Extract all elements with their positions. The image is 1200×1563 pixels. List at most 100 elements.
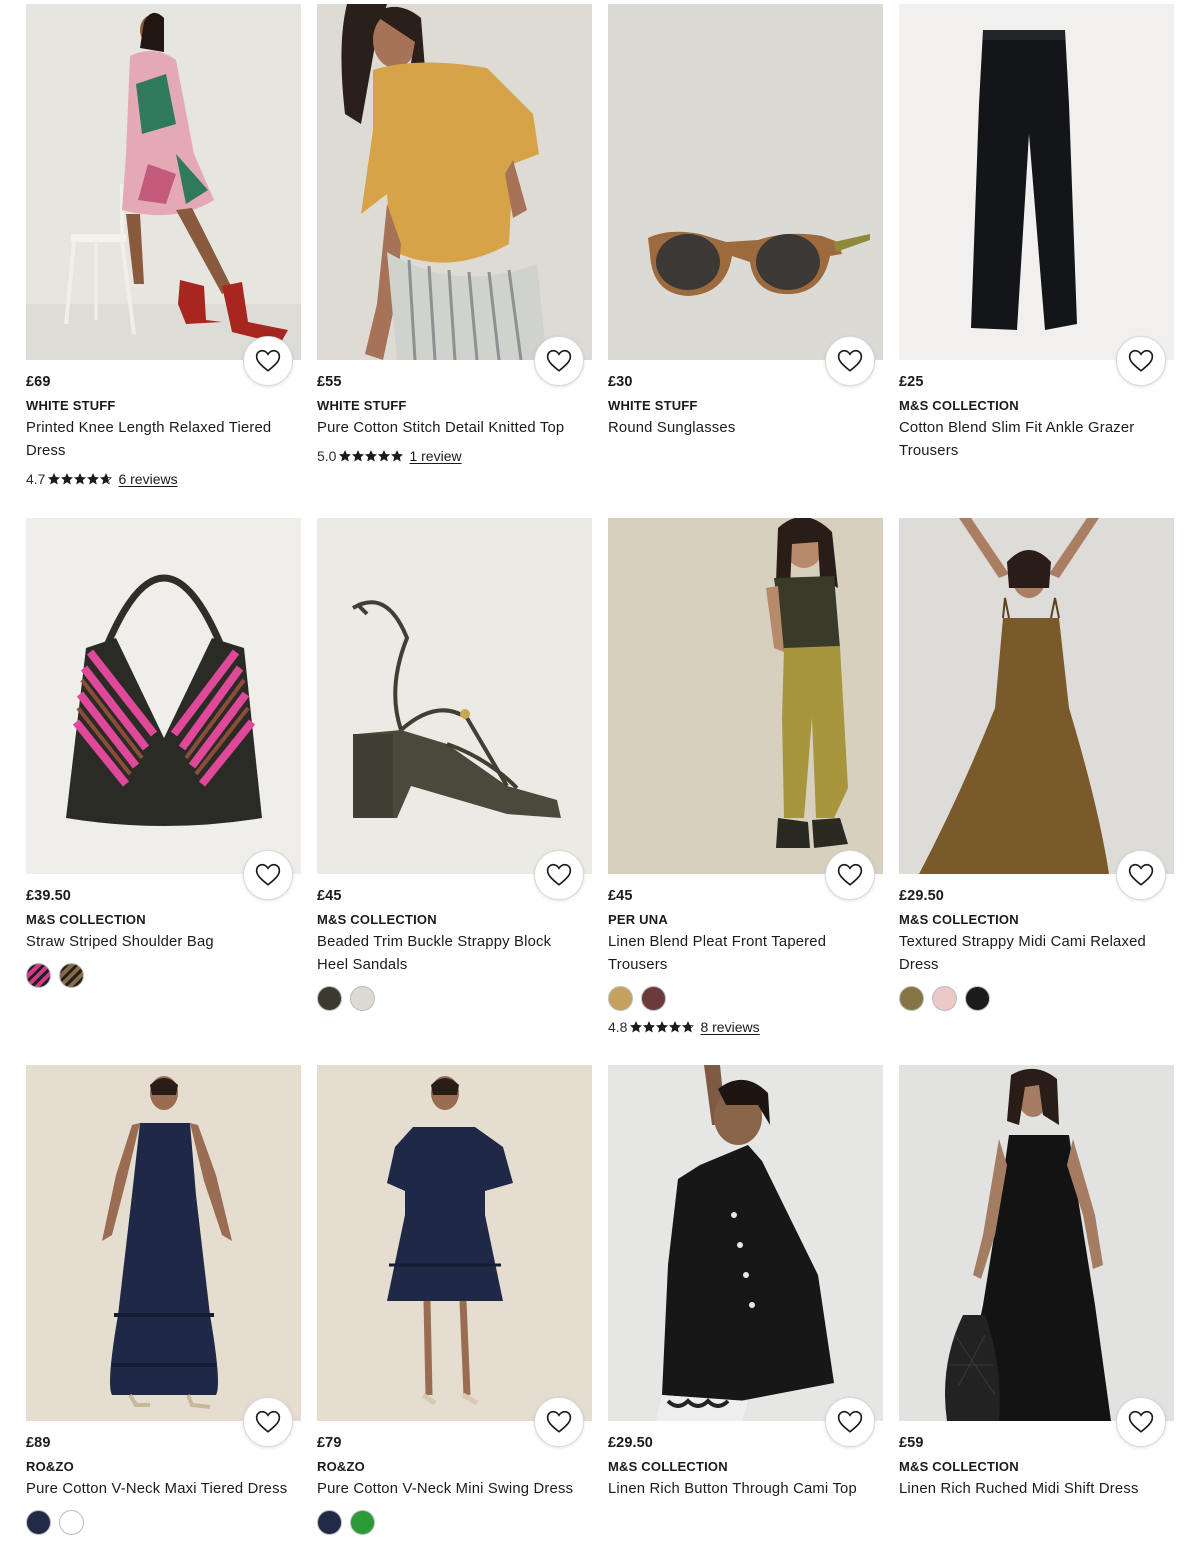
- product-name[interactable]: Printed Knee Length Relaxed Tiered Dress: [26, 417, 294, 463]
- star-icon: [682, 1021, 695, 1033]
- colour-swatch-natural-stripe[interactable]: [59, 963, 84, 988]
- star-icon: [365, 450, 378, 462]
- colour-swatch-neutral[interactable]: [350, 986, 375, 1011]
- product-grid: £69 WHITE STUFF Printed Knee Length Rela…: [26, 4, 1174, 1560]
- heart-outline-icon: [546, 863, 572, 886]
- heart-outline-icon: [837, 1410, 863, 1433]
- rating-stars: [630, 1021, 695, 1033]
- colour-swatch-navy[interactable]: [26, 1510, 51, 1535]
- product-image[interactable]: [26, 518, 301, 874]
- product-brand: WHITE STUFF: [608, 398, 698, 413]
- product-rating: 4.8 8 reviews: [608, 1018, 883, 1036]
- product-card[interactable]: £69 WHITE STUFF Printed Knee Length Rela…: [26, 4, 301, 488]
- product-image[interactable]: [608, 1065, 883, 1421]
- reviews-link[interactable]: 6 reviews: [118, 471, 177, 487]
- product-image[interactable]: [608, 518, 883, 874]
- product-card[interactable]: £79 RO&ZO Pure Cotton V-Neck Mini Swing …: [317, 1065, 592, 1535]
- heart-outline-icon: [837, 349, 863, 372]
- heart-outline-icon: [255, 349, 281, 372]
- product-name[interactable]: Linen Rich Button Through Cami Top: [608, 1478, 876, 1501]
- star-icon: [391, 450, 404, 462]
- product-photo: [608, 1065, 883, 1421]
- colour-swatch-pink-stripe[interactable]: [26, 963, 51, 988]
- product-image[interactable]: [899, 1065, 1174, 1421]
- product-name[interactable]: Cotton Blend Slim Fit Ankle Grazer Trous…: [899, 417, 1167, 463]
- heart-outline-icon: [1128, 1410, 1154, 1433]
- product-card[interactable]: £39.50 M&S COLLECTION Straw Striped Shou…: [26, 518, 301, 988]
- wishlist-button[interactable]: [243, 850, 293, 900]
- product-card[interactable]: £55 WHITE STUFF Pure Cotton Stitch Detai…: [317, 4, 592, 465]
- product-card[interactable]: £45 PER UNA Linen Blend Pleat Front Tape…: [608, 518, 883, 1036]
- colour-swatch-navy[interactable]: [317, 1510, 342, 1535]
- reviews-link[interactable]: 1 review: [409, 448, 461, 464]
- wishlist-button[interactable]: [534, 336, 584, 386]
- product-image[interactable]: [608, 4, 883, 360]
- product-card[interactable]: £29.50 M&S COLLECTION Textured Strappy M…: [899, 518, 1174, 1011]
- product-image[interactable]: [899, 518, 1174, 874]
- reviews-link[interactable]: 8 reviews: [700, 1019, 759, 1035]
- product-name[interactable]: Linen Blend Pleat Front Tapered Trousers: [608, 931, 876, 977]
- wishlist-button[interactable]: [243, 1397, 293, 1447]
- product-card[interactable]: £59 M&S COLLECTION Linen Rich Ruched Mid…: [899, 1065, 1174, 1501]
- colour-swatch-black[interactable]: [965, 986, 990, 1011]
- product-card[interactable]: £29.50 M&S COLLECTION Linen Rich Button …: [608, 1065, 883, 1501]
- colour-swatches: [317, 1510, 592, 1535]
- star-icon: [100, 473, 113, 485]
- heart-outline-icon: [255, 863, 281, 886]
- product-rating: 4.7 6 reviews: [26, 470, 301, 488]
- colour-swatch-white[interactable]: [59, 1510, 84, 1535]
- product-photo: [899, 518, 1174, 874]
- colour-swatch-khaki[interactable]: [317, 986, 342, 1011]
- star-icon: [669, 1021, 682, 1033]
- product-brand: RO&ZO: [26, 1459, 74, 1474]
- product-photo: [317, 1065, 592, 1421]
- product-image[interactable]: [26, 4, 301, 360]
- product-photo: [317, 4, 592, 360]
- product-name[interactable]: Round Sunglasses: [608, 417, 876, 440]
- wishlist-button[interactable]: [825, 850, 875, 900]
- product-card[interactable]: £89 RO&ZO Pure Cotton V-Neck Maxi Tiered…: [26, 1065, 301, 1535]
- rating-value: 4.7: [26, 471, 46, 487]
- rating-value: 4.8: [608, 1019, 628, 1035]
- colour-swatch-khaki[interactable]: [899, 986, 924, 1011]
- product-name[interactable]: Beaded Trim Buckle Strappy Block Heel Sa…: [317, 931, 585, 977]
- wishlist-button[interactable]: [1116, 850, 1166, 900]
- product-brand: M&S COLLECTION: [899, 1459, 1019, 1474]
- product-name[interactable]: Textured Strappy Midi Cami Relaxed Dress: [899, 931, 1167, 977]
- colour-swatch-pink[interactable]: [932, 986, 957, 1011]
- wishlist-button[interactable]: [243, 336, 293, 386]
- product-name[interactable]: Pure Cotton V-Neck Maxi Tiered Dress: [26, 1478, 294, 1501]
- product-name[interactable]: Straw Striped Shoulder Bag: [26, 931, 294, 954]
- wishlist-button[interactable]: [1116, 336, 1166, 386]
- product-card[interactable]: £25 M&S COLLECTION Cotton Blend Slim Fit…: [899, 4, 1174, 463]
- colour-swatch-ochre[interactable]: [608, 986, 633, 1011]
- colour-swatch-green[interactable]: [350, 1510, 375, 1535]
- wishlist-button[interactable]: [534, 850, 584, 900]
- product-photo: [26, 4, 301, 360]
- product-image[interactable]: [26, 1065, 301, 1421]
- product-name[interactable]: Pure Cotton Stitch Detail Knitted Top: [317, 417, 585, 440]
- product-brand: M&S COLLECTION: [899, 398, 1019, 413]
- colour-swatch-burgundy[interactable]: [641, 986, 666, 1011]
- product-photo: [608, 4, 883, 360]
- star-icon: [48, 473, 61, 485]
- product-name[interactable]: Linen Rich Ruched Midi Shift Dress: [899, 1478, 1167, 1501]
- product-card[interactable]: £45 M&S COLLECTION Beaded Trim Buckle St…: [317, 518, 592, 1011]
- wishlist-button[interactable]: [534, 1397, 584, 1447]
- product-brand: WHITE STUFF: [26, 398, 116, 413]
- product-image[interactable]: [317, 518, 592, 874]
- product-image[interactable]: [317, 1065, 592, 1421]
- product-brand: M&S COLLECTION: [26, 912, 146, 927]
- product-brand: M&S COLLECTION: [899, 912, 1019, 927]
- wishlist-button[interactable]: [1116, 1397, 1166, 1447]
- star-icon: [378, 450, 391, 462]
- wishlist-button[interactable]: [825, 336, 875, 386]
- product-photo: [26, 518, 301, 874]
- product-photo: [26, 1065, 301, 1421]
- product-card[interactable]: £30 WHITE STUFF Round Sunglasses: [608, 4, 883, 440]
- product-image[interactable]: [317, 4, 592, 360]
- product-name[interactable]: Pure Cotton V-Neck Mini Swing Dress: [317, 1478, 585, 1501]
- rating-stars: [339, 450, 404, 462]
- product-image[interactable]: [899, 4, 1174, 360]
- wishlist-button[interactable]: [825, 1397, 875, 1447]
